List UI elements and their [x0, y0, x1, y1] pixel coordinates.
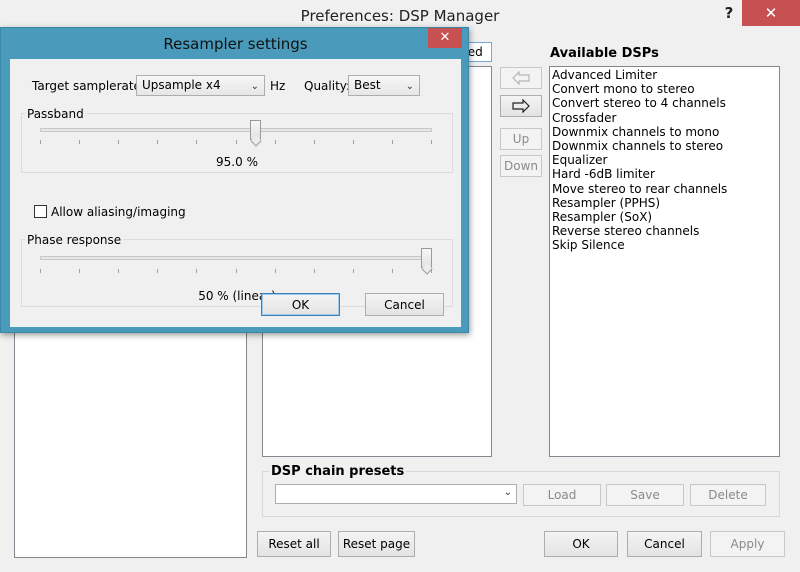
target-samplerate-combo[interactable]: Upsample x4 ⌄	[136, 75, 265, 96]
allow-aliasing-checkbox[interactable]	[34, 205, 47, 218]
list-item[interactable]: Move stereo to rear channels	[552, 182, 777, 196]
slider-tick	[314, 269, 315, 273]
resampler-dialog: Resampler settings ✕ Target samplerate: …	[0, 27, 469, 333]
passband-track	[40, 128, 432, 132]
list-item[interactable]: Convert mono to stereo	[552, 82, 777, 96]
slider-tick	[275, 140, 276, 144]
phase-label: Phase response	[25, 233, 124, 247]
slider-tick	[118, 269, 119, 273]
remove-dsp-button[interactable]	[500, 67, 542, 89]
slider-tick	[431, 140, 432, 144]
window-title: Preferences: DSP Manager	[300, 7, 500, 25]
target-samplerate-value: Upsample x4	[142, 78, 221, 92]
passband-slider-thumb[interactable]	[250, 120, 261, 140]
dialog-ok-button[interactable]: OK	[261, 293, 340, 316]
phase-ticks	[40, 269, 432, 273]
passband-ticks	[40, 140, 432, 144]
chevron-down-icon: ⌄	[405, 81, 414, 92]
slider-tick	[353, 269, 354, 273]
slider-tick	[314, 140, 315, 144]
slider-tick	[392, 269, 393, 273]
delete-preset-button[interactable]: Delete	[690, 484, 766, 506]
arrow-left-icon	[512, 71, 530, 85]
allow-aliasing-label: Allow aliasing/imaging	[51, 205, 186, 219]
hz-label: Hz	[270, 79, 286, 93]
apply-button[interactable]: Apply	[710, 531, 785, 557]
dialog-cancel-button[interactable]: Cancel	[365, 293, 444, 316]
load-preset-button[interactable]: Load	[523, 484, 601, 506]
list-item[interactable]: Resampler (PPHS)	[552, 196, 777, 210]
slider-tick	[79, 269, 80, 273]
dialog-title: Resampler settings	[163, 35, 308, 53]
slider-tick	[196, 140, 197, 144]
active-dsps-list[interactable]	[14, 300, 247, 558]
target-samplerate-label: Target samplerate:	[32, 79, 145, 93]
passband-value: 95.0 %	[216, 155, 258, 169]
slider-tick	[236, 140, 237, 144]
slider-tick	[196, 269, 197, 273]
close-button[interactable]: ✕	[742, 0, 800, 26]
slider-tick	[40, 140, 41, 144]
ok-button[interactable]: OK	[544, 531, 618, 557]
reset-all-button[interactable]: Reset all	[257, 531, 331, 557]
slider-tick	[79, 140, 80, 144]
list-item[interactable]: Convert stereo to 4 channels	[552, 96, 777, 110]
list-item[interactable]: Equalizer	[552, 153, 777, 167]
slider-tick	[40, 269, 41, 273]
list-item[interactable]: Downmix channels to stereo	[552, 139, 777, 153]
slider-tick	[275, 269, 276, 273]
list-item[interactable]: Reverse stereo channels	[552, 224, 777, 238]
save-preset-button[interactable]: Save	[606, 484, 684, 506]
slider-tick	[236, 269, 237, 273]
slider-tick	[353, 140, 354, 144]
preset-combo[interactable]: ⌄	[275, 484, 517, 504]
list-item[interactable]: Crossfader	[552, 111, 777, 125]
list-item[interactable]: Advanced Limiter	[552, 68, 777, 82]
passband-label: Passband	[25, 107, 86, 121]
slider-tick	[157, 269, 158, 273]
available-dsps-title: Available DSPs	[550, 46, 659, 61]
quality-value: Best	[354, 78, 381, 92]
help-button[interactable]: ?	[716, 2, 742, 24]
slider-tick	[392, 140, 393, 144]
list-item[interactable]: Downmix channels to mono	[552, 125, 777, 139]
slider-tick	[118, 140, 119, 144]
phase-slider-thumb[interactable]	[421, 248, 432, 268]
chevron-down-icon: ⌄	[503, 487, 512, 498]
add-dsp-button[interactable]	[500, 95, 542, 117]
reset-page-button[interactable]: Reset page	[338, 531, 415, 557]
slider-tick	[157, 140, 158, 144]
arrow-right-icon	[512, 99, 530, 113]
list-item[interactable]: Skip Silence	[552, 238, 777, 252]
chevron-down-icon: ⌄	[250, 81, 259, 92]
move-down-button[interactable]: Down	[500, 155, 542, 177]
list-item[interactable]: Resampler (SoX)	[552, 210, 777, 224]
move-up-button[interactable]: Up	[500, 128, 542, 150]
presets-title: DSP chain presets	[269, 464, 407, 479]
quality-combo[interactable]: Best ⌄	[348, 75, 420, 96]
dialog-close-button[interactable]: ✕	[428, 28, 462, 48]
available-dsps-list[interactable]: Advanced Limiter Convert mono to stereo …	[549, 66, 780, 457]
phase-track	[40, 256, 432, 260]
quality-label: Quality:	[304, 79, 351, 93]
list-item[interactable]: Hard -6dB limiter	[552, 167, 777, 181]
cancel-button[interactable]: Cancel	[627, 531, 702, 557]
dialog-client: Target samplerate: Upsample x4 ⌄ Hz Qual…	[10, 59, 461, 327]
